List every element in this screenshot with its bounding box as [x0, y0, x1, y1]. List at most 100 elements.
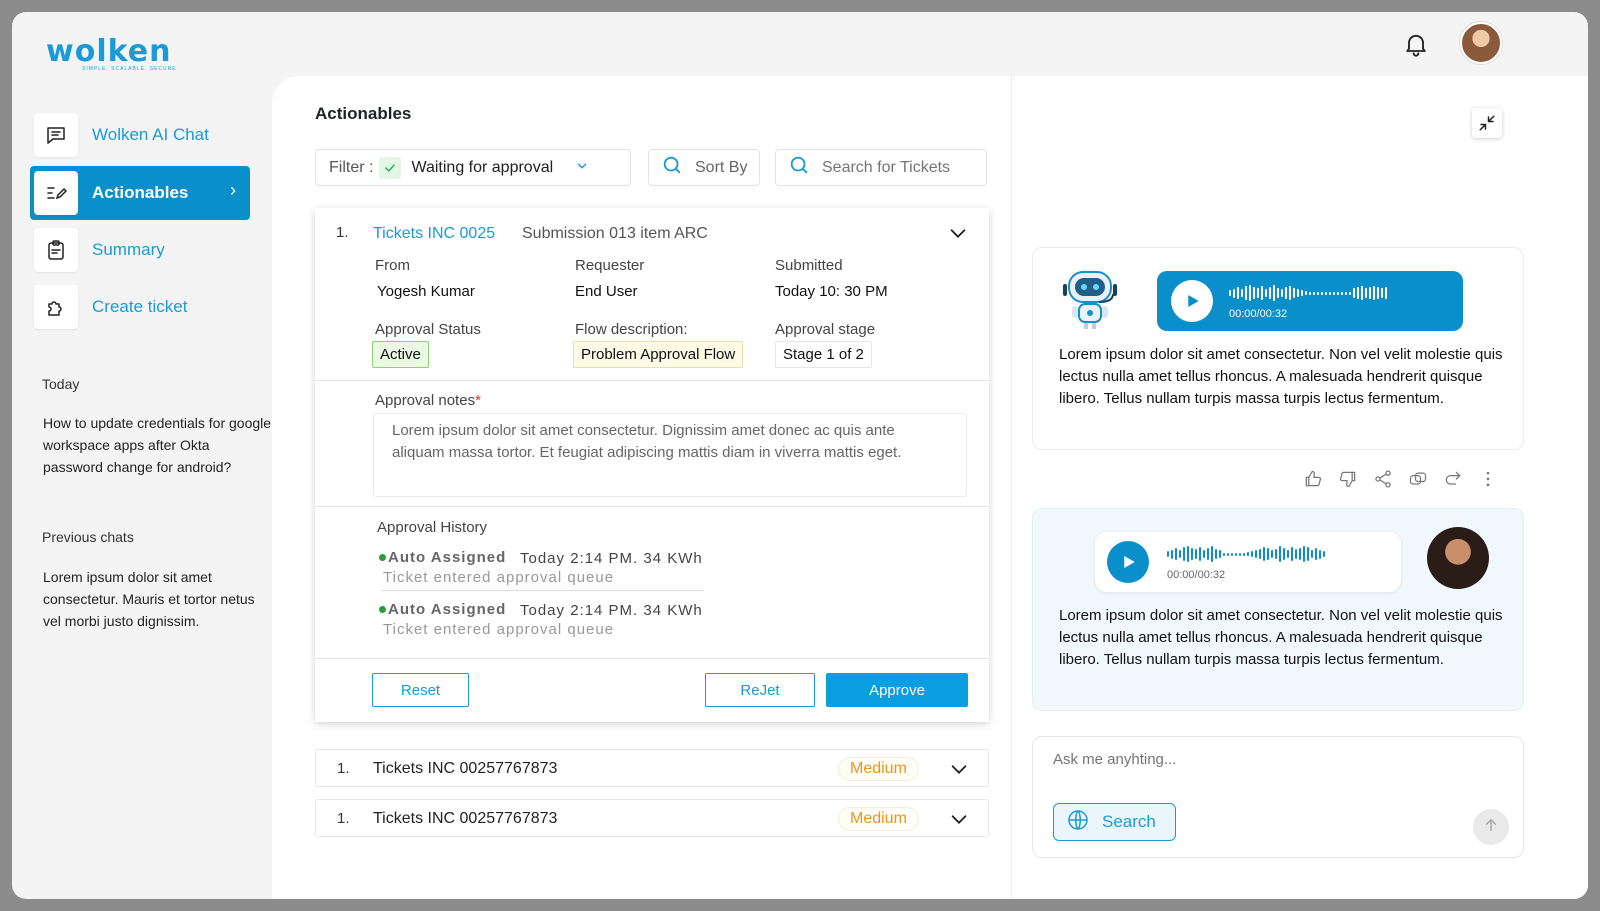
ticket-row[interactable]: 1. Tickets INC 00257767873 Medium [315, 799, 989, 837]
divider [315, 658, 989, 659]
waveform-bar [1341, 291, 1343, 295]
profile-avatar[interactable] [1460, 22, 1502, 64]
waveform-bar [1287, 550, 1289, 558]
chevron-down-icon[interactable] [948, 758, 970, 785]
history-desc: Ticket entered approval queue [383, 621, 615, 638]
waveform-bar [1281, 289, 1283, 297]
history-status: Auto Assigned [388, 549, 507, 566]
chevron-down-icon[interactable] [947, 222, 969, 249]
sidebar-item-label: Actionables [92, 183, 189, 202]
play-icon[interactable] [1171, 280, 1213, 322]
history-status: Auto Assigned [388, 601, 507, 618]
ticket-card-expanded: 1. Tickets INC 0025 Submission 013 item … [315, 208, 989, 722]
wolken-logo[interactable]: wolken SIMPLE. SCALABLE. SECURE [46, 24, 176, 76]
notes-label-text: Approval notes [375, 392, 476, 409]
send-button[interactable] [1473, 809, 1509, 845]
thumbs-up-icon[interactable] [1302, 468, 1324, 490]
waveform-bar [1235, 552, 1237, 556]
waveform-bar [1249, 285, 1251, 301]
audio-player: 00:00/00:32 [1157, 271, 1463, 331]
filter-dropdown[interactable]: Filter : Waiting for approval [315, 149, 631, 186]
waveform-bar [1245, 286, 1247, 300]
waveform-bar [1365, 288, 1367, 298]
sidebar-item-wolken-ai-chat[interactable]: Wolken AI Chat [30, 108, 250, 162]
reset-button[interactable]: Reset [372, 673, 469, 707]
waveform-bar [1349, 291, 1351, 295]
sidebar-item-summary[interactable]: Summary [30, 223, 250, 277]
approval-notes-label: Approval notes* [375, 392, 481, 409]
waveform-bar [1337, 291, 1339, 295]
copy-icon[interactable] [1407, 468, 1429, 490]
thumbs-down-icon[interactable] [1337, 468, 1359, 490]
stage-badge: Stage 1 of 2 [775, 341, 872, 368]
sidebar-item-create-ticket[interactable]: Create ticket [30, 280, 250, 334]
waveform-bar [1275, 549, 1277, 559]
waveform-bar [1273, 285, 1275, 301]
chat-history-item[interactable]: How to update credentials for google wor… [43, 412, 273, 478]
required-marker: * [475, 392, 481, 409]
more-icon[interactable] [1477, 468, 1499, 490]
play-icon[interactable] [1107, 541, 1149, 583]
main-panel: Actionables Filter : Waiting for approva… [272, 76, 1588, 899]
waveform-bar [1283, 548, 1285, 560]
waveform-bar [1319, 549, 1321, 559]
redo-icon[interactable] [1442, 468, 1464, 490]
approval-stage-label: Approval stage [775, 321, 876, 338]
chevron-down-icon[interactable] [948, 808, 970, 835]
approval-notes-field[interactable]: Lorem ipsum dolor sit amet consectetur. … [373, 413, 967, 497]
search-toggle-button[interactable]: Search [1053, 803, 1176, 841]
message-text: Lorem ipsum dolor sit amet consectetur. … [1059, 346, 1503, 407]
waveform-bar [1267, 548, 1269, 560]
waveform-bar [1309, 291, 1311, 295]
ticket-label: Tickets INC 00257767873 [373, 760, 558, 777]
ticket-id-link[interactable]: Tickets INC 0025 [373, 225, 495, 243]
search-input[interactable] [822, 158, 972, 177]
status-dot [379, 554, 386, 561]
app-window: wolken SIMPLE. SCALABLE. SECURE Wolken A… [12, 12, 1588, 899]
search-icon [788, 154, 810, 181]
chat-input[interactable] [1053, 751, 1453, 768]
flow-badge: Problem Approval Flow [573, 341, 744, 368]
waveform-bar [1301, 290, 1303, 296]
sort-by-button[interactable]: Sort By [648, 149, 760, 186]
waveform-bar [1227, 552, 1229, 556]
sidebar-item-actionables[interactable]: Actionables › [30, 166, 250, 220]
requester-label: Requester [575, 257, 645, 274]
previous-chats-heading: Previous chats [42, 529, 134, 545]
audio-waveform [1229, 284, 1387, 302]
waveform-bar [1325, 291, 1327, 295]
waveform-bar [1211, 546, 1213, 562]
logo-wordmark: wolken [46, 34, 172, 69]
ticket-row[interactable]: 1. Tickets INC 00257767873 Medium [315, 749, 989, 787]
ticket-search[interactable] [775, 149, 987, 186]
divider [315, 380, 989, 381]
waveform-bar [1293, 288, 1295, 298]
waveform-bar [1297, 289, 1299, 297]
bell-icon[interactable] [1402, 30, 1430, 58]
chat-icon [34, 113, 78, 157]
waveform-bar [1179, 550, 1181, 558]
audio-player: 00:00/00:32 [1095, 532, 1401, 592]
arrow-up-icon [1482, 816, 1500, 839]
approve-button[interactable]: Approve [826, 673, 968, 707]
edit-list-icon [34, 171, 78, 215]
waveform-bar [1323, 551, 1325, 557]
waveform-bar [1259, 549, 1261, 559]
chat-history-item[interactable]: Lorem ipsum dolor sit amet consectetur. … [43, 566, 273, 632]
user-avatar [1427, 527, 1489, 589]
reject-button[interactable]: ReJet [705, 673, 815, 707]
waveform-bar [1241, 289, 1243, 297]
message-text: Lorem ipsum dolor sit amet consectetur. … [1059, 607, 1503, 668]
waveform-bar [1171, 549, 1173, 559]
share-icon[interactable] [1372, 468, 1394, 490]
audio-time: 00:00/00:32 [1229, 308, 1288, 320]
waveform-bar [1255, 550, 1257, 558]
waveform-bar [1257, 288, 1259, 298]
sidebar-item-label: Summary [92, 240, 165, 259]
waveform-bar [1373, 286, 1375, 300]
approval-status-label: Approval Status [375, 321, 481, 338]
sort-by-label: Sort By [695, 158, 748, 176]
collapse-icon[interactable] [1472, 108, 1502, 138]
waveform-bar [1223, 552, 1225, 556]
waveform-bar [1187, 546, 1189, 562]
